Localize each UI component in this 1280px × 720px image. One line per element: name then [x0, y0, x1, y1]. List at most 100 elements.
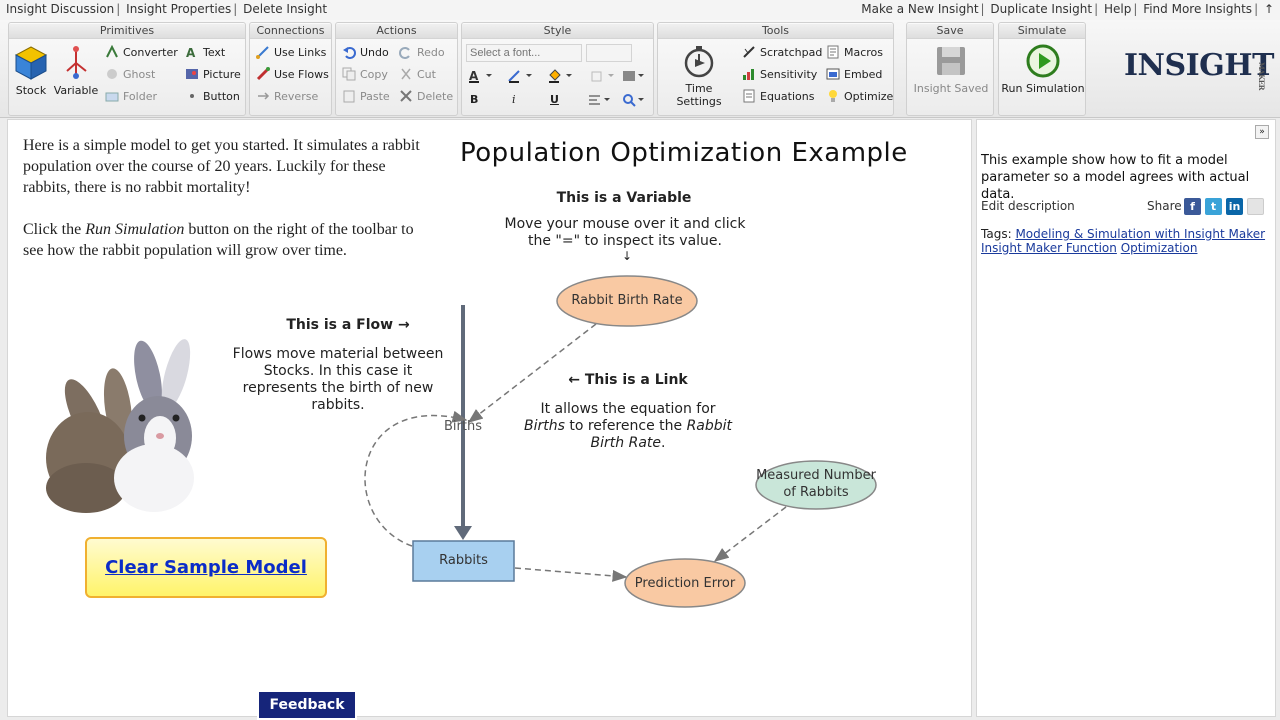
button-tool[interactable]: Button — [185, 89, 240, 103]
font-color-button[interactable]: A — [468, 69, 494, 83]
email-icon[interactable] — [1247, 198, 1264, 215]
line-color-icon — [508, 70, 532, 83]
sensitivity-button[interactable]: Sensitivity — [742, 67, 817, 81]
births-flow-arrowhead — [454, 526, 472, 540]
actions-title: Actions — [336, 24, 457, 39]
simulate-title: Simulate — [999, 24, 1085, 39]
prediction-error-label: Prediction Error — [634, 576, 736, 591]
optimize-button[interactable]: Optimize — [826, 89, 893, 103]
paste-label: Paste — [360, 89, 390, 103]
link-rabbits-to-births[interactable] — [364, 410, 468, 547]
font-size-select[interactable] — [586, 44, 632, 62]
zoom-button[interactable] — [622, 93, 648, 107]
style-group: Style A B i U — [461, 22, 654, 116]
copy-button[interactable]: Copy — [342, 67, 388, 81]
italic-button[interactable]: i — [512, 93, 516, 106]
link-measured-to-error[interactable] — [713, 506, 787, 562]
lightbulb-icon — [829, 90, 837, 102]
share-label: Share — [1147, 199, 1182, 213]
converter-icon — [106, 45, 118, 58]
top-link-bar: Insight Discussion | Insight Properties | … — [0, 0, 1280, 20]
svg-text:A: A — [186, 46, 196, 59]
redo-button[interactable]: Redo — [399, 45, 445, 59]
stock-button[interactable]: Stock — [13, 45, 49, 97]
twitter-icon[interactable]: t — [1205, 198, 1222, 215]
macros-button[interactable]: Macros — [826, 45, 883, 59]
time-settings-button[interactable]: Time Settings — [664, 43, 734, 108]
folder-icon — [105, 92, 119, 102]
picture-button[interactable]: Picture — [185, 67, 241, 81]
reverse-button[interactable]: Reverse — [256, 89, 318, 103]
tag-link[interactable]: Insight Maker Function — [981, 241, 1117, 255]
bold-button[interactable]: B — [470, 93, 478, 106]
feedback-button[interactable]: Feedback — [257, 690, 357, 720]
facebook-icon[interactable]: f — [1184, 198, 1201, 215]
insight-saved-button[interactable]: Insight Saved — [911, 43, 991, 95]
measured-line-1: Measured Number — [756, 468, 876, 483]
delete-button[interactable]: Delete — [399, 89, 453, 103]
cut-button[interactable]: Cut — [399, 67, 436, 81]
use-flows-button[interactable]: Use Flows — [256, 67, 329, 81]
paste-button[interactable]: Paste — [342, 89, 390, 103]
clear-sample-model-button[interactable]: Clear Sample Model — [85, 537, 327, 598]
linkedin-icon[interactable]: in — [1226, 198, 1243, 215]
scratchpad-button[interactable]: Scratchpad — [742, 45, 822, 59]
description-panel: » This example show how to fit a model p… — [976, 119, 1276, 717]
text-button[interactable]: A Text — [185, 45, 225, 60]
ghost-button[interactable]: Ghost — [105, 67, 155, 81]
use-links-button[interactable]: Use Links — [256, 45, 326, 59]
find-more-insights-link[interactable]: Find More Insights — [1143, 2, 1252, 16]
undo-button[interactable]: Undo — [342, 45, 389, 59]
copy-icon — [342, 67, 356, 81]
insight-discussion-link[interactable]: Insight Discussion — [6, 2, 114, 16]
cut-icon — [401, 68, 411, 80]
tag-link[interactable]: Modeling & Simulation with Insight Maker — [1015, 227, 1265, 241]
image-style-button[interactable] — [622, 69, 648, 83]
tools-title: Tools — [658, 24, 893, 39]
delete-label: Delete — [417, 89, 454, 103]
help-link[interactable]: Help — [1104, 2, 1131, 16]
macros-icon — [827, 45, 839, 59]
font-color-icon: A — [469, 69, 492, 83]
time-settings-label: Time Settings — [676, 82, 722, 108]
variable-button[interactable]: Variable — [53, 45, 99, 97]
converter-button[interactable]: Converter — [105, 45, 178, 59]
ghost-icon — [107, 69, 117, 79]
use-links-label: Use Links — [274, 45, 327, 59]
fill-color-button[interactable] — [548, 69, 574, 83]
edit-description-link[interactable]: Edit description — [981, 199, 1075, 213]
zoom-icon — [623, 94, 644, 107]
scratchpad-icon — [743, 46, 755, 58]
align-button[interactable] — [588, 93, 614, 107]
shape-button[interactable] — [590, 69, 616, 83]
fullscreen-link[interactable]: ↑ — [1264, 2, 1274, 16]
duplicate-insight-link[interactable]: Duplicate Insight — [990, 2, 1092, 16]
collapse-panel-button[interactable]: » — [1255, 125, 1269, 139]
line-color-button[interactable] — [508, 69, 534, 83]
insight-maker-logo: INSIGHT MAKER — [1124, 48, 1274, 90]
link-rabbits-to-error[interactable] — [514, 567, 628, 582]
shape-icon — [591, 71, 614, 82]
underline-button[interactable]: U — [550, 93, 559, 106]
link-birthrate-to-births[interactable] — [467, 323, 597, 423]
equations-button[interactable]: Equations — [742, 89, 814, 103]
font-select[interactable] — [466, 44, 582, 62]
tag-link[interactable]: Optimization — [1121, 241, 1198, 255]
save-group: Save Insight Saved — [906, 22, 994, 116]
folder-button[interactable]: Folder — [105, 89, 157, 103]
button-tool-label: Button — [203, 89, 240, 103]
cut-label: Cut — [417, 67, 436, 81]
run-simulation-button[interactable]: Run Simulation — [1001, 43, 1085, 95]
new-insight-link[interactable]: Make a New Insight — [861, 2, 978, 16]
stopwatch-icon — [684, 46, 714, 78]
insight-properties-link[interactable]: Insight Properties — [126, 2, 231, 16]
sensitivity-label: Sensitivity — [760, 67, 818, 81]
delete-insight-link[interactable]: Delete Insight — [243, 2, 327, 16]
sensitivity-icon — [743, 69, 754, 80]
undo-label: Undo — [360, 45, 389, 59]
embed-button[interactable]: Embed — [826, 67, 882, 81]
paste-icon — [343, 90, 355, 103]
link-icon — [256, 46, 269, 59]
model-canvas[interactable]: Here is a simple model to get you starte… — [7, 119, 972, 717]
optimize-label: Optimize — [844, 89, 894, 103]
